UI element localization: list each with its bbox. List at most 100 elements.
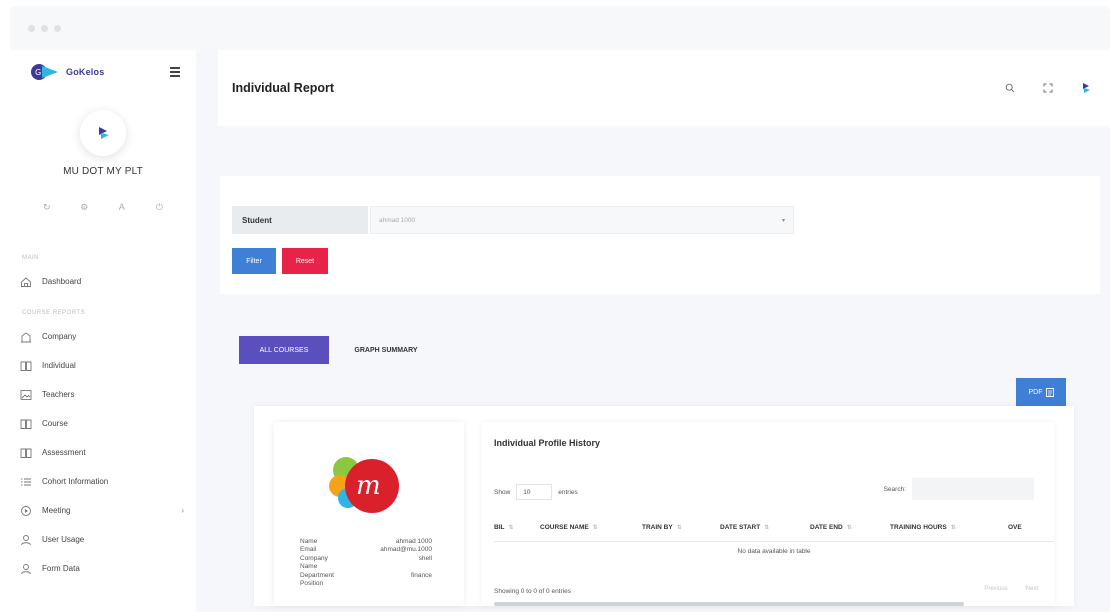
window-titlebar xyxy=(10,6,1110,50)
sidebar-item-label: User Usage xyxy=(42,535,85,544)
filter-button[interactable]: Filter xyxy=(232,248,276,274)
entries-control: Show 10 entries xyxy=(494,484,578,500)
table-search-input[interactable] xyxy=(912,478,1034,500)
column-label: TRAINING HOURS xyxy=(890,524,947,531)
book-icon xyxy=(20,361,32,371)
profile-value xyxy=(348,580,432,588)
sort-icon: ⇅ xyxy=(592,525,598,531)
window-maximize-dot[interactable] xyxy=(54,24,61,32)
tab-graph-summary[interactable]: GRAPH SUMMARY xyxy=(336,336,436,364)
sidebar-item-individual[interactable]: Individual xyxy=(10,351,196,380)
column-label: OVE xyxy=(1008,524,1022,531)
sidebar-item-user-usage[interactable]: User Usage xyxy=(10,525,196,554)
chevron-right-icon: › xyxy=(181,506,184,515)
profile-key: Position xyxy=(300,580,324,588)
column-header-ove[interactable]: OVE xyxy=(1008,524,1048,531)
app-window: G GoKelos MU DOT MY PLT ↻ ⚙ A ⏻ MAIN Das… xyxy=(10,6,1110,612)
svg-text:m: m xyxy=(356,471,381,501)
settings-icon[interactable]: ⚙ xyxy=(76,199,92,215)
table-search: Search: xyxy=(884,478,1034,500)
book-icon xyxy=(20,448,32,458)
video-icon xyxy=(21,505,31,516)
column-header-date-start[interactable]: DATE START ⇅ xyxy=(720,524,810,531)
sort-icon: ⇅ xyxy=(950,525,956,531)
menu-toggle-icon[interactable] xyxy=(170,67,180,77)
sidebar: G GoKelos MU DOT MY PLT ↻ ⚙ A ⏻ MAIN Das… xyxy=(10,50,196,612)
column-label: DATE END xyxy=(810,524,843,531)
window-close-dot[interactable] xyxy=(28,24,35,32)
sort-icon: ⇅ xyxy=(508,525,514,531)
user-menu-icon[interactable] xyxy=(1080,82,1092,94)
image-icon xyxy=(20,389,32,400)
brand-name: GoKelos xyxy=(66,67,105,77)
entries-select[interactable]: 10 xyxy=(516,484,553,500)
header-actions xyxy=(1004,82,1092,94)
pagination: Previous Next xyxy=(984,586,1038,592)
column-label: DATE START xyxy=(720,524,761,531)
show-label: Show xyxy=(494,488,511,496)
document-icon xyxy=(1045,387,1054,397)
sidebar-item-label: Meeting xyxy=(42,506,71,515)
entries-label: entries xyxy=(558,488,578,496)
sidebar-item-form-data[interactable]: Form Data xyxy=(10,554,196,583)
font-icon[interactable]: A xyxy=(114,199,130,215)
sidebar-item-label: Teachers xyxy=(42,390,75,399)
column-label: TRAIN BY xyxy=(642,524,673,531)
sort-icon: ⇅ xyxy=(764,525,770,531)
table-empty-message: No data available in table xyxy=(737,548,811,555)
sidebar-item-course[interactable]: Course xyxy=(10,409,196,438)
pdf-button-label: PDF xyxy=(1028,388,1043,396)
sidebar-item-assessment[interactable]: Assessment xyxy=(10,438,196,467)
building-icon xyxy=(21,331,31,342)
company-logo: m xyxy=(329,457,399,513)
previous-page-button[interactable]: Previous xyxy=(984,586,1007,592)
profile-row: Company shell xyxy=(300,555,432,563)
column-header-date-end[interactable]: DATE END ⇅ xyxy=(810,524,890,531)
next-page-button[interactable]: Next xyxy=(1026,586,1038,592)
profile-row: Position xyxy=(300,580,432,588)
sidebar-item-label: Individual xyxy=(42,361,76,370)
window-minimize-dot[interactable] xyxy=(41,24,48,32)
quick-actions: ↻ ⚙ A ⏻ xyxy=(10,199,196,215)
profile-row: Name ahmad 1000 xyxy=(300,538,432,546)
sidebar-item-dashboard[interactable]: Dashboard xyxy=(10,267,196,296)
column-header-training-hours[interactable]: TRAINING HOURS ⇅ xyxy=(890,524,1008,531)
sidebar-item-label: Course xyxy=(42,419,68,428)
sidebar-item-label: Form Data xyxy=(42,564,80,573)
refresh-icon[interactable]: ↻ xyxy=(39,199,55,215)
student-select[interactable]: ahmad 1000 ▾ xyxy=(370,206,794,234)
horizontal-scrollbar[interactable] xyxy=(494,602,964,606)
filter-card: Student ahmad 1000 ▾ Filter Reset xyxy=(220,176,1100,294)
profile-value: ahmad@mu.1000 xyxy=(380,546,432,554)
brand[interactable]: G GoKelos xyxy=(10,50,196,94)
column-header-bil[interactable]: BIL ⇅ xyxy=(494,524,540,531)
sidebar-item-label: Dashboard xyxy=(42,277,82,286)
profile-key: Department xyxy=(300,571,334,579)
user-icon xyxy=(21,563,31,574)
tab-all-courses[interactable]: ALL COURSES xyxy=(239,336,329,364)
column-header-train-by[interactable]: TRAIN BY ⇅ xyxy=(642,524,720,531)
profile-key: Email xyxy=(300,546,317,554)
pdf-export-button[interactable]: PDF xyxy=(1016,378,1066,406)
column-label: BIL xyxy=(494,524,505,531)
column-header-course-name[interactable]: COURSE NAME ⇅ xyxy=(540,524,642,531)
sidebar-item-meeting[interactable]: Meeting › xyxy=(10,496,196,525)
sidebar-item-cohort-information[interactable]: Cohort Information xyxy=(10,467,196,496)
svg-text:G: G xyxy=(35,68,41,77)
sidebar-item-teachers[interactable]: Teachers xyxy=(10,380,196,409)
table-info: Showing 0 to 0 of 0 entries xyxy=(494,588,571,595)
reset-button[interactable]: Reset xyxy=(282,248,328,274)
profile-row: Email ahmad@mu.1000 xyxy=(300,546,432,554)
sidebar-item-label: Company xyxy=(42,332,77,341)
profile-key: Name xyxy=(300,538,318,545)
org-avatar[interactable] xyxy=(80,110,126,156)
fullscreen-icon[interactable] xyxy=(1042,82,1054,94)
student-label: Student xyxy=(232,206,368,234)
profile-info: Name ahmad 1000 Email ahmad@mu.1000 Comp… xyxy=(300,538,432,588)
profile-key: Company xyxy=(300,554,328,562)
section-label-reports: COURSE REPORTS xyxy=(22,310,86,316)
student-select-value: ahmad 1000 xyxy=(379,216,416,224)
search-icon[interactable] xyxy=(1004,82,1016,94)
sidebar-item-company[interactable]: Company xyxy=(10,322,196,351)
power-icon[interactable]: ⏻ xyxy=(151,199,167,215)
